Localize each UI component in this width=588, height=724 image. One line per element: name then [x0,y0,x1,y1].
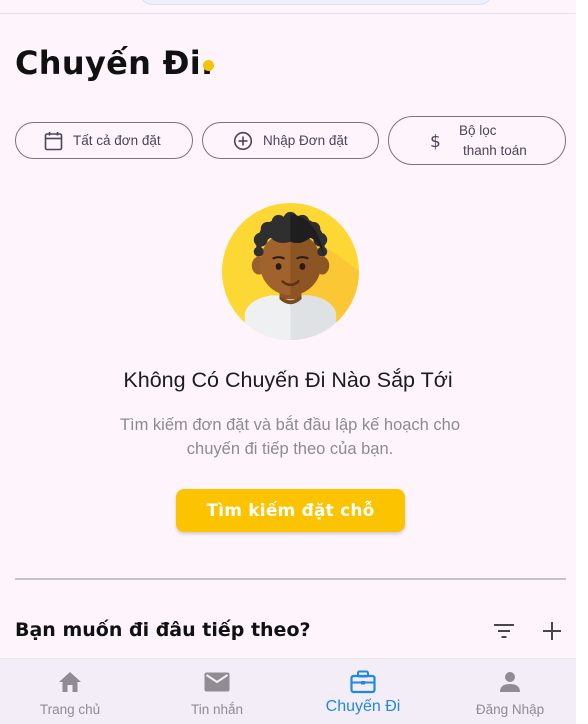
top-search-bar[interactable] [140,0,492,5]
import-booking-label: Nhập Đơn đặt [263,133,348,148]
top-divider [0,13,576,14]
import-booking-chip[interactable]: Nhập Đơn đặt [202,122,379,159]
calendar-icon [44,131,63,151]
nav-item-login[interactable]: Đăng Nhập [438,659,576,724]
filter-icon[interactable] [493,620,515,646]
nav-label-messages: Tin nhắn [190,702,244,717]
home-icon [58,670,82,694]
briefcase-icon [350,670,376,694]
dollar-icon: $ [429,130,443,152]
nav-label-trips: Chuyến Đi [325,698,401,715]
payment-filter-label-line2: thanh toán [463,142,527,158]
section-divider [15,578,566,580]
mail-icon [204,670,230,694]
empty-state-title: Không Có Chuyến Đi Nào Sắp Tới [123,368,453,392]
bottom-navigation: Trang chủ Tin nhắn Chuyến Đi Đăng Nhập [0,658,576,724]
nav-item-trips[interactable]: Chuyến Đi [291,659,435,724]
add-icon[interactable] [541,620,563,646]
payment-filter-label-line1: Bộ lọc [459,122,497,138]
traveler-avatar-illustration [221,202,360,341]
all-bookings-label: Tất cả đơn đặt [73,133,161,148]
nav-item-home[interactable]: Trang chủ [0,659,142,724]
title-accent-dot [203,60,214,71]
empty-state-description: Tìm kiếm đơn đặt và bắt đầu lập kế hoạch… [119,416,461,458]
window-scrollbar[interactable] [576,0,588,724]
search-bookings-button[interactable]: Tìm kiếm đặt chỗ [176,489,405,532]
nav-item-messages[interactable]: Tin nhắn [145,659,289,724]
payment-filter-chip[interactable]: $ Bộ lọc thanh toán [388,116,566,165]
svg-text:$: $ [430,132,441,152]
person-icon [499,670,521,694]
app-screen: Chuyến Đi. Tất cả đơn đặt Nhập Đơn đặt $… [0,0,576,724]
nav-label-login: Đăng Nhập [475,702,545,717]
page-title: Chuyến Đi. [15,44,214,82]
add-circle-icon [233,131,253,151]
all-bookings-chip[interactable]: Tất cả đơn đặt [15,122,193,159]
nav-label-home: Trang chủ [39,702,101,717]
next-destination-title: Bạn muốn đi đâu tiếp theo? [15,619,311,641]
